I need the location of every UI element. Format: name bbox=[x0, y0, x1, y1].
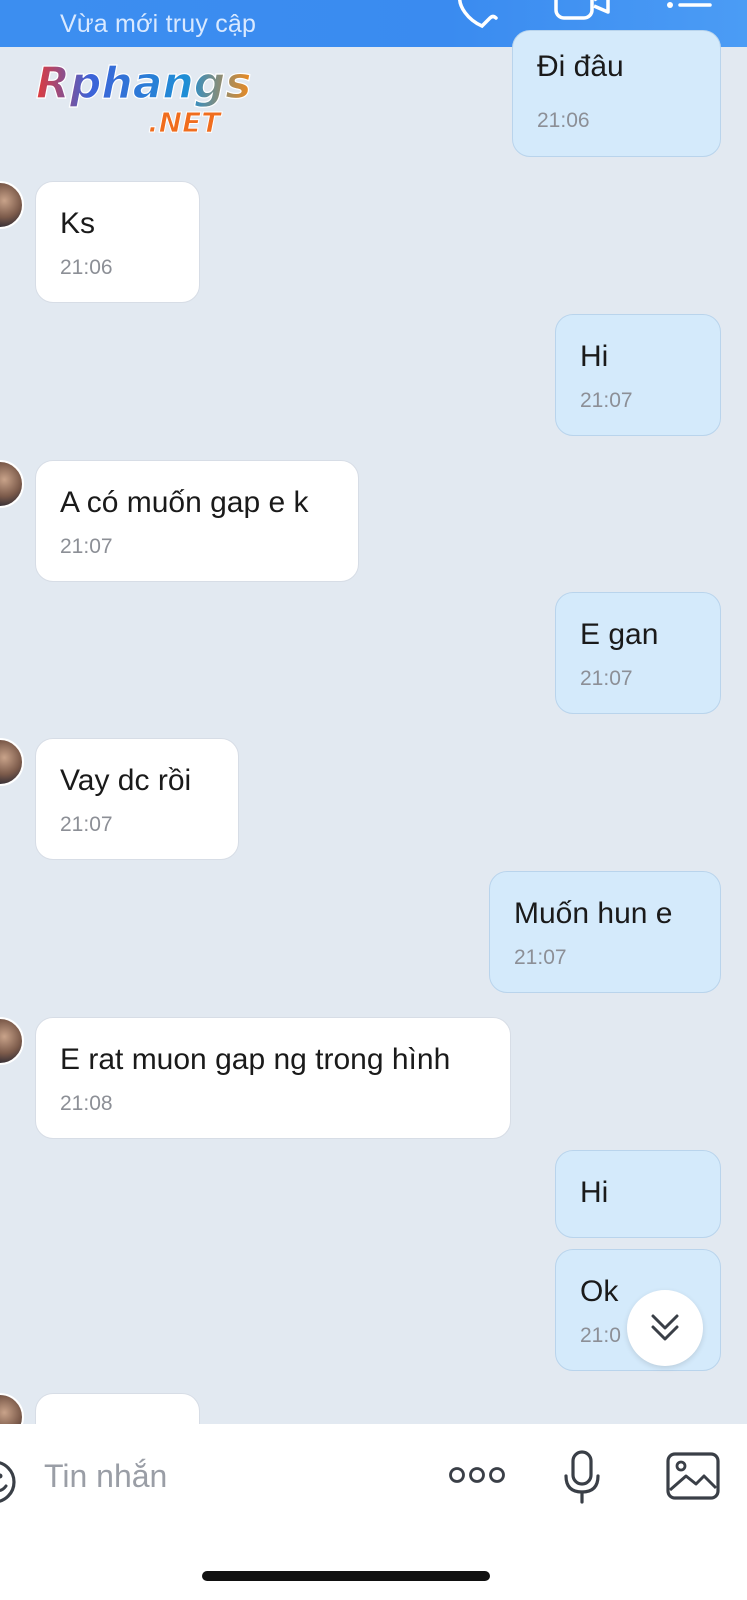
sticker-icon[interactable] bbox=[0, 1456, 22, 1508]
message-time: 21:07 bbox=[514, 946, 567, 969]
message-bubble-outgoing[interactable]: Đi đâu 21:06 bbox=[512, 30, 721, 157]
contact-status: Vừa mới truy cập bbox=[60, 10, 257, 38]
message-text: E rat muon gap ng trong hình bbox=[60, 1043, 451, 1076]
message-bubble-incoming[interactable]: A có muốn gap e k 21:07 bbox=[35, 460, 359, 582]
image-icon[interactable] bbox=[666, 1452, 720, 1500]
message-text: Đi đâu bbox=[537, 50, 624, 83]
svg-text:Rphangs: Rphangs bbox=[36, 58, 251, 109]
message-time: 21:07 bbox=[60, 535, 113, 558]
message-time: 21:07 bbox=[580, 389, 633, 412]
message-bubble-outgoing[interactable]: E gan 21:07 bbox=[555, 592, 721, 714]
video-call-icon[interactable] bbox=[554, 0, 612, 26]
message-time: 21:08 bbox=[60, 1092, 113, 1115]
contact-avatar[interactable] bbox=[0, 738, 24, 786]
message-time: 21:07 bbox=[580, 667, 633, 690]
message-text: Vay dc rồi bbox=[60, 764, 192, 797]
message-bubble-incoming[interactable]: Ks 21:06 bbox=[35, 181, 200, 303]
message-text: E gan bbox=[580, 618, 659, 651]
message-text: Hi bbox=[580, 340, 609, 373]
message-bubble-outgoing[interactable]: Muốn hun e 21:07 bbox=[489, 871, 721, 993]
contact-avatar[interactable] bbox=[0, 181, 24, 229]
more-options-icon[interactable] bbox=[448, 1466, 506, 1484]
phone-icon[interactable] bbox=[454, 0, 502, 32]
message-bubble-outgoing[interactable]: Hi 21:07 bbox=[555, 314, 721, 436]
message-text: A có muốn gap e k bbox=[60, 486, 309, 519]
message-text: Hi bbox=[580, 1176, 609, 1209]
message-time: 21:06 bbox=[60, 256, 113, 279]
contact-avatar[interactable] bbox=[0, 1017, 24, 1065]
message-input[interactable]: Tin nhắn bbox=[44, 1458, 167, 1495]
list-menu-icon[interactable] bbox=[664, 0, 714, 22]
message-bubble-incoming[interactable]: E rat muon gap ng trong hình 21:08 bbox=[35, 1017, 511, 1139]
rphangs-logo: Rphangs .NET bbox=[35, 57, 252, 139]
scroll-to-bottom-button[interactable] bbox=[627, 1290, 703, 1366]
contact-avatar[interactable] bbox=[0, 460, 24, 508]
message-time: 21:07 bbox=[60, 813, 113, 836]
microphone-icon[interactable] bbox=[562, 1450, 602, 1504]
message-bubble-outgoing[interactable]: Hi bbox=[555, 1150, 721, 1238]
message-time: 21:06 bbox=[537, 109, 590, 132]
message-text: Ks bbox=[60, 207, 96, 240]
svg-text:.NET: .NET bbox=[148, 106, 222, 139]
contact-name-clipped[interactable] bbox=[122, 0, 202, 2]
message-text: Muốn hun e bbox=[514, 897, 673, 930]
double-chevron-down-icon bbox=[651, 1314, 679, 1341]
home-indicator bbox=[202, 1571, 490, 1581]
message-bubble-incoming[interactable]: Vay dc rồi 21:07 bbox=[35, 738, 239, 860]
